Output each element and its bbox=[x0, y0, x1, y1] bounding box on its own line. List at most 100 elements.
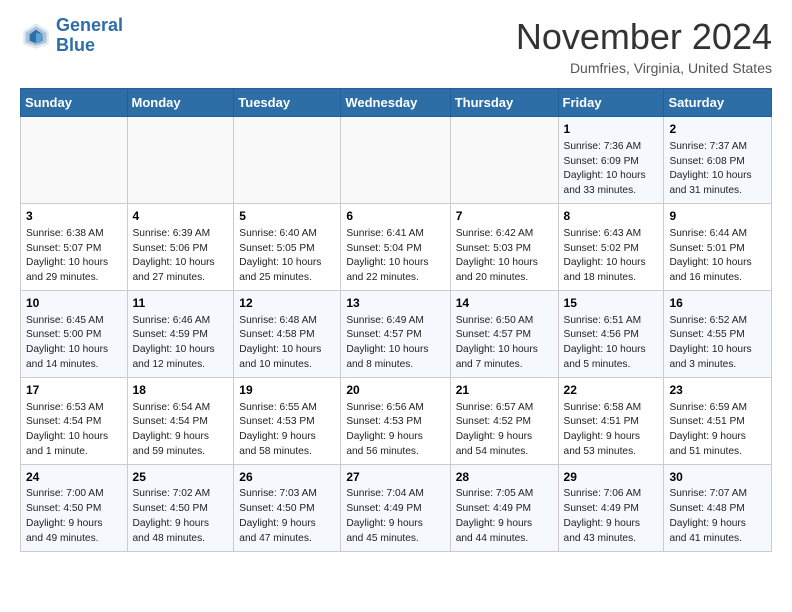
calendar-cell: 21 Sunrise: 6:57 AM Sunset: 4:52 PM Dayli… bbox=[450, 377, 558, 464]
day-number: 25 bbox=[133, 469, 229, 486]
calendar-cell: 18 Sunrise: 6:54 AM Sunset: 4:54 PM Dayli… bbox=[127, 377, 234, 464]
weekday-header: Thursday bbox=[450, 89, 558, 117]
day-number: 21 bbox=[456, 382, 553, 399]
day-number: 6 bbox=[346, 208, 444, 225]
page: General Blue November 2024 Dumfries, Vir… bbox=[0, 0, 792, 572]
day-info: Sunrise: 6:56 AM Sunset: 4:53 PM Dayligh… bbox=[346, 401, 444, 460]
calendar-cell: 2 Sunrise: 7:37 AM Sunset: 6:08 PM Daylig… bbox=[664, 117, 772, 204]
calendar-cell: 9 Sunrise: 6:44 AM Sunset: 5:01 PM Daylig… bbox=[664, 203, 772, 290]
day-number: 13 bbox=[346, 295, 444, 312]
day-info: Sunrise: 7:06 AM Sunset: 4:49 PM Dayligh… bbox=[564, 487, 659, 546]
day-info: Sunrise: 6:51 AM Sunset: 4:56 PM Dayligh… bbox=[564, 314, 659, 373]
calendar-cell: 17 Sunrise: 6:53 AM Sunset: 4:54 PM Dayli… bbox=[21, 377, 128, 464]
day-info: Sunrise: 6:49 AM Sunset: 4:57 PM Dayligh… bbox=[346, 314, 444, 373]
day-info: Sunrise: 7:04 AM Sunset: 4:49 PM Dayligh… bbox=[346, 487, 444, 546]
day-number: 28 bbox=[456, 469, 553, 486]
day-number: 15 bbox=[564, 295, 659, 312]
calendar-cell: 1 Sunrise: 7:36 AM Sunset: 6:09 PM Daylig… bbox=[558, 117, 664, 204]
logo-icon bbox=[20, 20, 52, 52]
day-info: Sunrise: 6:41 AM Sunset: 5:04 PM Dayligh… bbox=[346, 227, 444, 286]
day-info: Sunrise: 7:36 AM Sunset: 6:09 PM Dayligh… bbox=[564, 140, 659, 199]
day-info: Sunrise: 6:40 AM Sunset: 5:05 PM Dayligh… bbox=[239, 227, 335, 286]
calendar-cell: 25Sunrise: 7:02 AM Sunset: 4:50 PM Dayli… bbox=[127, 464, 234, 551]
day-number: 14 bbox=[456, 295, 553, 312]
weekday-header: Saturday bbox=[664, 89, 772, 117]
day-number: 9 bbox=[669, 208, 766, 225]
calendar-week-row: 3 Sunrise: 6:38 AM Sunset: 5:07 PM Daylig… bbox=[21, 203, 772, 290]
day-info: Sunrise: 6:42 AM Sunset: 5:03 PM Dayligh… bbox=[456, 227, 553, 286]
calendar-cell bbox=[21, 117, 128, 204]
day-number: 18 bbox=[133, 382, 229, 399]
calendar-cell bbox=[127, 117, 234, 204]
weekday-header: Sunday bbox=[21, 89, 128, 117]
day-info: Sunrise: 6:44 AM Sunset: 5:01 PM Dayligh… bbox=[669, 227, 766, 286]
day-number: 24 bbox=[26, 469, 122, 486]
day-number: 29 bbox=[564, 469, 659, 486]
calendar-cell: 20 Sunrise: 6:56 AM Sunset: 4:53 PM Dayli… bbox=[341, 377, 450, 464]
calendar-cell: 6 Sunrise: 6:41 AM Sunset: 5:04 PM Daylig… bbox=[341, 203, 450, 290]
calendar-body: 1 Sunrise: 7:36 AM Sunset: 6:09 PM Daylig… bbox=[21, 117, 772, 552]
weekday-header: Tuesday bbox=[234, 89, 341, 117]
calendar-cell: 3 Sunrise: 6:38 AM Sunset: 5:07 PM Daylig… bbox=[21, 203, 128, 290]
logo: General Blue bbox=[20, 16, 123, 56]
day-number: 12 bbox=[239, 295, 335, 312]
day-info: Sunrise: 6:38 AM Sunset: 5:07 PM Dayligh… bbox=[26, 227, 122, 286]
day-info: Sunrise: 6:50 AM Sunset: 4:57 PM Dayligh… bbox=[456, 314, 553, 373]
day-number: 2 bbox=[669, 121, 766, 138]
calendar-cell: 8Sunrise: 6:43 AM Sunset: 5:02 PM Daylig… bbox=[558, 203, 664, 290]
logo-line1: General bbox=[56, 15, 123, 35]
calendar-week-row: 24Sunrise: 7:00 AM Sunset: 4:50 PM Dayli… bbox=[21, 464, 772, 551]
calendar-week-row: 1 Sunrise: 7:36 AM Sunset: 6:09 PM Daylig… bbox=[21, 117, 772, 204]
day-number: 17 bbox=[26, 382, 122, 399]
day-number: 26 bbox=[239, 469, 335, 486]
calendar-cell: 16Sunrise: 6:52 AM Sunset: 4:55 PM Dayli… bbox=[664, 290, 772, 377]
day-number: 23 bbox=[669, 382, 766, 399]
calendar: SundayMondayTuesdayWednesdayThursdayFrid… bbox=[20, 88, 772, 552]
calendar-cell: 23 Sunrise: 6:59 AM Sunset: 4:51 PM Dayli… bbox=[664, 377, 772, 464]
calendar-cell: 7Sunrise: 6:42 AM Sunset: 5:03 PM Daylig… bbox=[450, 203, 558, 290]
day-number: 3 bbox=[26, 208, 122, 225]
calendar-cell bbox=[341, 117, 450, 204]
day-info: Sunrise: 7:00 AM Sunset: 4:50 PM Dayligh… bbox=[26, 487, 122, 546]
weekday-header: Wednesday bbox=[341, 89, 450, 117]
calendar-cell: 26Sunrise: 7:03 AM Sunset: 4:50 PM Dayli… bbox=[234, 464, 341, 551]
day-number: 27 bbox=[346, 469, 444, 486]
day-info: Sunrise: 6:54 AM Sunset: 4:54 PM Dayligh… bbox=[133, 401, 229, 460]
day-number: 4 bbox=[133, 208, 229, 225]
day-number: 22 bbox=[564, 382, 659, 399]
day-number: 16 bbox=[669, 295, 766, 312]
calendar-cell bbox=[450, 117, 558, 204]
day-info: Sunrise: 6:46 AM Sunset: 4:59 PM Dayligh… bbox=[133, 314, 229, 373]
title-block: November 2024 Dumfries, Virginia, United… bbox=[516, 16, 772, 76]
day-number: 11 bbox=[133, 295, 229, 312]
location: Dumfries, Virginia, United States bbox=[516, 60, 772, 76]
day-info: Sunrise: 6:57 AM Sunset: 4:52 PM Dayligh… bbox=[456, 401, 553, 460]
calendar-cell bbox=[234, 117, 341, 204]
calendar-cell: 14 Sunrise: 6:50 AM Sunset: 4:57 PM Dayli… bbox=[450, 290, 558, 377]
calendar-cell: 13 Sunrise: 6:49 AM Sunset: 4:57 PM Dayli… bbox=[341, 290, 450, 377]
day-info: Sunrise: 7:07 AM Sunset: 4:48 PM Dayligh… bbox=[669, 487, 766, 546]
header: General Blue November 2024 Dumfries, Vir… bbox=[20, 16, 772, 76]
calendar-cell: 5 Sunrise: 6:40 AM Sunset: 5:05 PM Daylig… bbox=[234, 203, 341, 290]
day-info: Sunrise: 6:59 AM Sunset: 4:51 PM Dayligh… bbox=[669, 401, 766, 460]
day-info: Sunrise: 6:55 AM Sunset: 4:53 PM Dayligh… bbox=[239, 401, 335, 460]
weekday-header: Friday bbox=[558, 89, 664, 117]
calendar-cell: 30Sunrise: 7:07 AM Sunset: 4:48 PM Dayli… bbox=[664, 464, 772, 551]
logo-line2: Blue bbox=[56, 35, 95, 55]
day-number: 5 bbox=[239, 208, 335, 225]
day-info: Sunrise: 6:45 AM Sunset: 5:00 PM Dayligh… bbox=[26, 314, 122, 373]
calendar-cell: 28Sunrise: 7:05 AM Sunset: 4:49 PM Dayli… bbox=[450, 464, 558, 551]
calendar-cell: 15 Sunrise: 6:51 AM Sunset: 4:56 PM Dayli… bbox=[558, 290, 664, 377]
day-number: 1 bbox=[564, 121, 659, 138]
logo-text: General Blue bbox=[56, 16, 123, 56]
calendar-week-row: 17 Sunrise: 6:53 AM Sunset: 4:54 PM Dayli… bbox=[21, 377, 772, 464]
calendar-header-row: SundayMondayTuesdayWednesdayThursdayFrid… bbox=[21, 89, 772, 117]
day-info: Sunrise: 6:53 AM Sunset: 4:54 PM Dayligh… bbox=[26, 401, 122, 460]
calendar-cell: 10Sunrise: 6:45 AM Sunset: 5:00 PM Dayli… bbox=[21, 290, 128, 377]
day-info: Sunrise: 7:02 AM Sunset: 4:50 PM Dayligh… bbox=[133, 487, 229, 546]
day-info: Sunrise: 6:39 AM Sunset: 5:06 PM Dayligh… bbox=[133, 227, 229, 286]
day-number: 20 bbox=[346, 382, 444, 399]
day-info: Sunrise: 6:58 AM Sunset: 4:51 PM Dayligh… bbox=[564, 401, 659, 460]
calendar-cell: 19Sunrise: 6:55 AM Sunset: 4:53 PM Dayli… bbox=[234, 377, 341, 464]
day-info: Sunrise: 7:37 AM Sunset: 6:08 PM Dayligh… bbox=[669, 140, 766, 199]
